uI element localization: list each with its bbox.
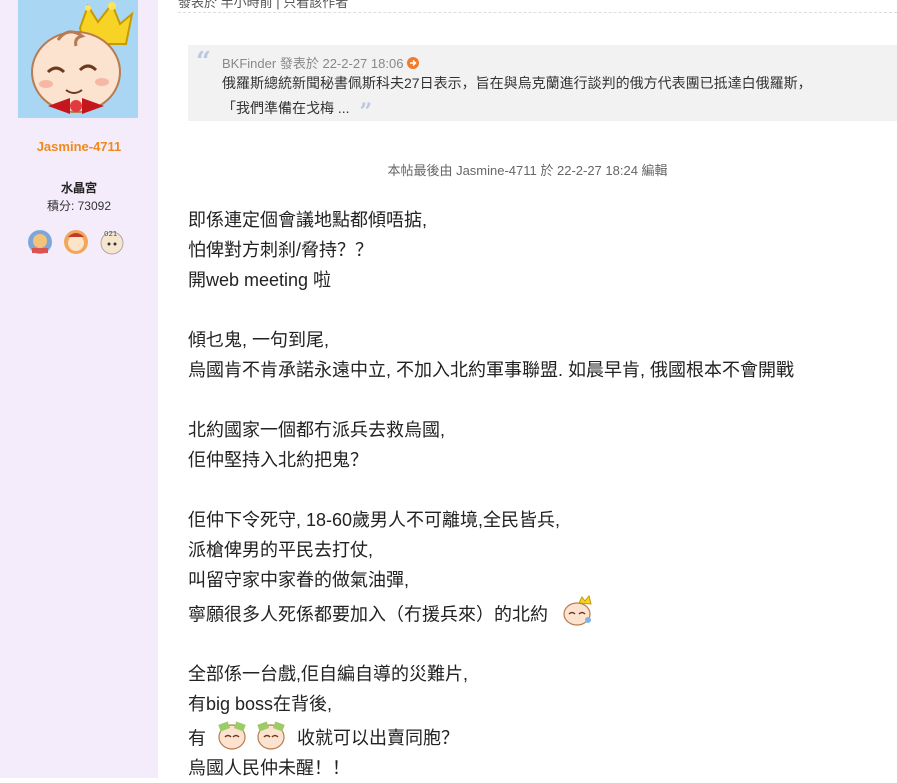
author-points: 積分: 73092 — [46, 199, 112, 213]
post-line: 怕俾對方刺刹/脅持？？ — [188, 240, 373, 260]
quote-timestamp: 22-2-27 18:06 — [322, 56, 404, 71]
divider — [178, 12, 897, 13]
post-content-area: 發表於 半小時前 | 只看該作者 “ BKFinder 發表於 22-2-27 … — [158, 0, 897, 778]
post-line-text: 收就可以出賣同胞？ — [297, 728, 460, 749]
post-meta-bar: 發表於 半小時前 | 只看該作者 — [178, 0, 348, 11]
post-line: 派槍俾男的平民去打仗, — [188, 540, 373, 560]
quote-header: BKFinder 發表於 22-2-27 18:06 — [222, 53, 420, 72]
author-sidebar: Jasmine-4711 水晶宮 積分: 73092 021 — [0, 0, 158, 778]
post-line: 佢仲堅持入北約把鬼？ — [188, 450, 368, 470]
jump-to-post-icon[interactable] — [407, 57, 420, 69]
post-meta-text: 發表於 半小時前 | 只看該作者 — [178, 0, 349, 10]
author-group: 水晶宮 — [60, 181, 97, 195]
post-line: 即係連定個會議地點都傾唔掂, — [188, 210, 427, 230]
author-username[interactable]: Jasmine-4711 — [0, 139, 158, 154]
quote-block: “ BKFinder 發表於 22-2-27 18:06 俄羅斯總統新聞秘書佩斯… — [188, 45, 897, 125]
medal-character-icon[interactable] — [62, 228, 90, 256]
post-body: 即係連定個會議地點都傾唔掂, 怕俾對方刺刹/脅持？？ 開web meeting … — [188, 205, 888, 783]
post-line: 有big boss在背後, — [188, 694, 333, 714]
close-quote-icon: ” — [359, 99, 373, 125]
post-line: 寧願很多人死係都要加入（冇援兵來）的北約 — [188, 594, 888, 629]
quote-author[interactable]: BKFinder — [222, 56, 276, 71]
edit-note: 本帖最後由 Jasmine-4711 於 22-2-27 18:24 編輯 — [387, 163, 668, 178]
medal-list: 021 — [26, 228, 136, 258]
post-line: 傾乜鬼, 一句到尾, — [188, 330, 330, 350]
svg-text:021: 021 — [104, 230, 117, 238]
post-line: 北約國家一個都冇派兵去救烏國, — [188, 420, 445, 440]
post-line-text: 寧願很多人死係都要加入（冇援兵來）的北約 — [188, 604, 548, 625]
post-line: 全部係一台戲,佢自編自導的災難片, — [188, 664, 469, 684]
open-quote-icon: “ — [196, 47, 211, 77]
quote-line-1: 俄羅斯總統新聞秘書佩斯科夫27日表示，旨在與烏克蘭進行談判的俄方代表團已抵達白俄… — [222, 75, 812, 91]
baby-crown-emoji-icon — [561, 594, 595, 636]
post-line: 佢仲下令死守, 18-60歲男人不可離境,全民皆兵, — [188, 510, 561, 530]
post-line-text: 有 — [188, 728, 206, 749]
post-line: 開web meeting 啦 — [188, 270, 332, 290]
medal-mascot-icon[interactable] — [26, 228, 54, 256]
avatar[interactable] — [18, 0, 138, 118]
quote-line-2: 「我們準備在戈梅 ... ” — [222, 93, 372, 125]
quote-posted-label: 發表於 — [279, 56, 319, 71]
post-line: 烏國肯不肯承諾永遠中立, 不加入北約軍事聯盟. 如晨早肯, 俄國根本不會開戰 — [188, 360, 795, 380]
post-line: 叫留守家中家眷的做氣油彈, — [188, 570, 409, 590]
post-line: 有 收就可以出賣同胞？ — [188, 719, 888, 753]
quote-line-2-text: 「我們準備在戈梅 ... — [222, 100, 350, 116]
post-line: 烏國人民仲未醒！！ — [188, 758, 350, 778]
medal-clock-icon[interactable]: 021 — [98, 228, 126, 256]
